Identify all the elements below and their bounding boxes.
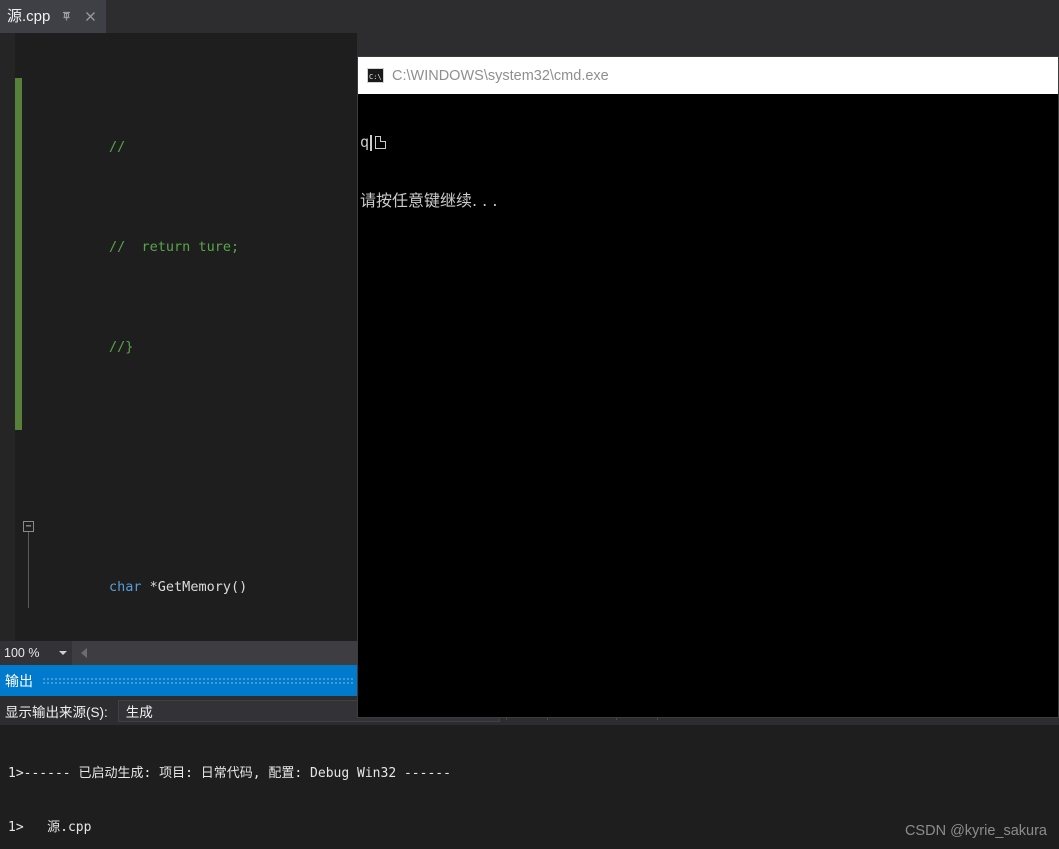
cmd-icon: C:\ <box>367 68 384 83</box>
code-editor[interactable]: // // return ture; //} − char *GetMemory… <box>0 33 357 849</box>
close-icon[interactable] <box>83 9 98 24</box>
cmd-icon-glyph: C:\ <box>369 73 382 81</box>
cmd-output-line: 请按任意键继续. . . <box>360 191 498 210</box>
code-text-area[interactable]: // // return ture; //} − char *GetMemory… <box>22 33 357 849</box>
watermark: CSDN @kyrie_sakura <box>904 823 1047 839</box>
tab-source-cpp[interactable]: 源.cpp <box>0 0 107 33</box>
code-line: − char *GetMemory() <box>22 517 357 608</box>
output-pane-header[interactable]: 输出 <box>0 665 357 696</box>
editor-change-bar <box>15 78 22 430</box>
editor-tab-strip: 源.cpp <box>0 0 1059 33</box>
text-cursor <box>370 134 373 151</box>
cmd-console-window[interactable]: C:\ C:\WINDOWS\system32\cmd.exe q 请按任意键继… <box>357 56 1059 718</box>
cmd-console-output[interactable]: q 请按任意键继续. . . <box>358 94 1058 717</box>
code-line: //} <box>22 317 357 355</box>
cmd-title-bar[interactable]: C:\ C:\WINDOWS\system32\cmd.exe <box>358 57 1058 94</box>
cmd-title-label: C:\WINDOWS\system32\cmd.exe <box>392 67 609 84</box>
output-text[interactable]: 1>------ 已启动生成: 项目: 日常代码, 配置: Debug Win3… <box>0 725 1059 849</box>
horizontal-scroll-left-icon[interactable] <box>81 648 87 658</box>
cmd-output-char: q <box>360 133 370 151</box>
app-window: 源.cpp // // return ture; //} − char *Get… <box>0 0 1059 849</box>
code-token-comment: // <box>109 139 126 155</box>
code-token-comment: //} <box>109 339 134 355</box>
chevron-down-icon[interactable] <box>59 651 67 655</box>
cmd-output-line: q <box>360 133 1058 152</box>
output-line: 1>------ 已启动生成: 项目: 日常代码, 配置: Debug Win3… <box>8 766 451 781</box>
unknown-glyph-box-icon <box>375 136 387 149</box>
editor-gutter <box>0 33 15 641</box>
zoom-level-label: 100 % <box>4 646 40 660</box>
output-source-value: 生成 <box>125 704 153 720</box>
code-token-keyword: char <box>109 579 142 595</box>
code-line: { <box>22 617 357 655</box>
drag-handle[interactable] <box>42 665 357 696</box>
zoom-level-dropdown[interactable]: 100 % <box>0 641 73 665</box>
code-token-comment: // return ture; <box>109 239 240 255</box>
fold-collapse-icon[interactable]: − <box>23 521 34 532</box>
output-line: 1> 源.cpp <box>8 820 92 835</box>
output-pane-title: 输出 <box>5 672 33 689</box>
code-line: // <box>22 117 357 155</box>
output-source-label: 显示输出来源(S): <box>5 704 108 720</box>
pin-icon[interactable] <box>59 9 74 24</box>
structure-guide-line <box>28 532 29 608</box>
tab-label: 源.cpp <box>7 8 51 25</box>
code-token-function: *GetMemory() <box>141 579 248 595</box>
code-line: // return ture; <box>22 217 357 255</box>
editor-status-bar: 100 % <box>0 641 357 665</box>
